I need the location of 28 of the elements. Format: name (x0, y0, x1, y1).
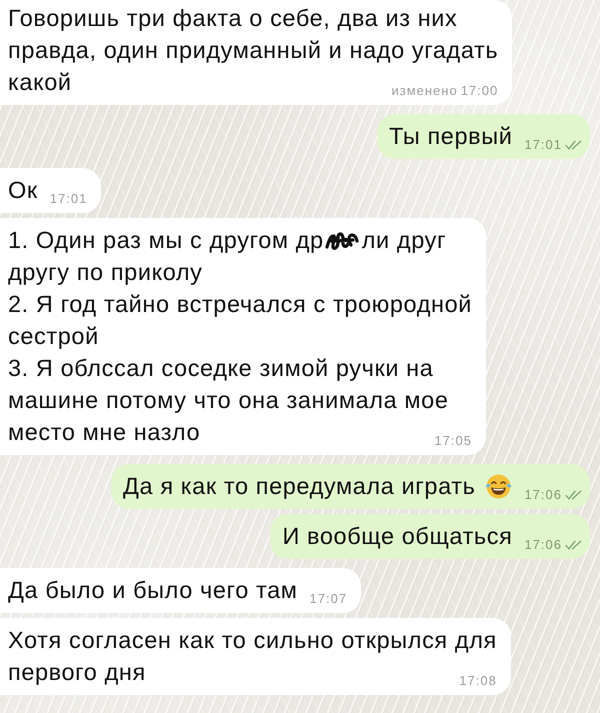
message-text: 3. Я облссал соседке зимой ручки на (8, 355, 434, 381)
message-time: 17:01 (50, 192, 88, 206)
message-text: ли друг (362, 227, 446, 253)
message-text: какой (8, 69, 72, 95)
message-time: 17:00 (460, 84, 498, 98)
message-text: первого дня (8, 659, 146, 685)
laughing-face-icon (485, 474, 512, 499)
message-time: 17:06 (524, 488, 562, 502)
message-text: Ок (8, 177, 38, 203)
message-text: И вообще общаться (282, 523, 512, 549)
message-text: Говоришь три факта о себе, два из них (8, 5, 458, 31)
message-text: другу по приколу (8, 259, 203, 285)
message-text: место мне назло (8, 419, 200, 445)
message-text: Да было и было чего там (8, 577, 298, 603)
message-time: 17:06 (524, 538, 562, 552)
edited-label: изменено (391, 84, 458, 98)
message-text: сестрой (8, 323, 99, 349)
message-text: Ты первый (388, 123, 512, 149)
message-text: правда, один придуманный и надо угадать (8, 37, 498, 63)
message-text: машине потому что она занимала мое (8, 387, 448, 413)
message-text: Хотя согласен как то сильно открылся для (8, 627, 497, 653)
message-text: 1. Один раз мы с другом др (8, 227, 324, 253)
message-time: 17:08 (459, 674, 497, 688)
message-text: Да я как то передумала играть (123, 473, 476, 499)
message-text: 2. Я год тайно встречался с троюродной (8, 291, 472, 317)
message-time: 17:05 (434, 434, 472, 448)
message-time: 17:01 (524, 138, 562, 152)
message-time: 17:07 (310, 592, 348, 606)
